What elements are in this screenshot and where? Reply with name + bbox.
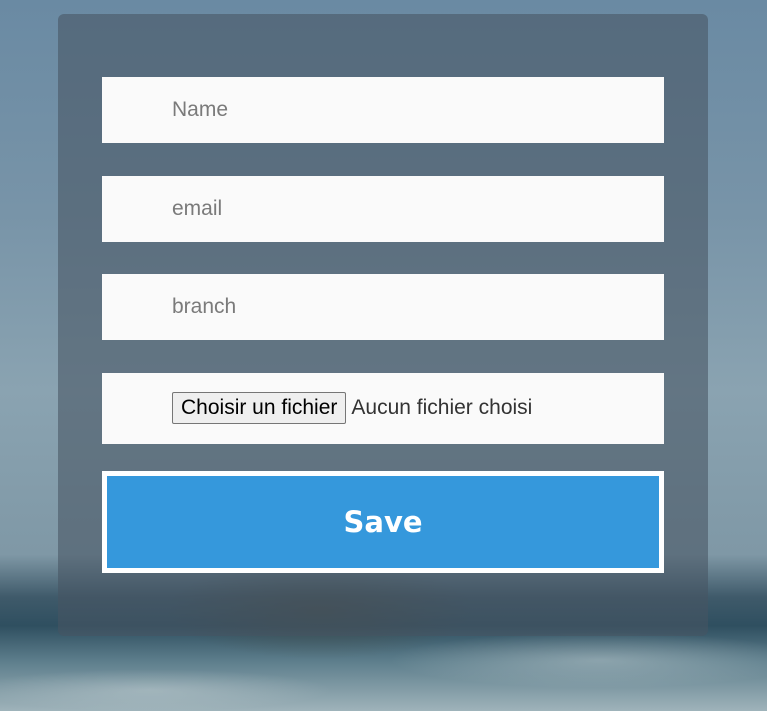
branch-field[interactable]	[102, 274, 664, 340]
file-upload-field: Choisir un fichier Aucun fichier choisi	[102, 373, 664, 444]
file-status-text: Aucun fichier choisi	[351, 396, 533, 419]
branch-input[interactable]	[102, 274, 664, 340]
file-input[interactable]: Choisir un fichier Aucun fichier choisi	[172, 392, 532, 424]
name-field[interactable]	[102, 77, 664, 143]
save-button-frame: Save	[102, 471, 664, 573]
choose-file-button[interactable]: Choisir un fichier	[172, 392, 347, 424]
email-input[interactable]	[102, 176, 664, 242]
email-field[interactable]	[102, 176, 664, 242]
save-button[interactable]: Save	[107, 476, 659, 568]
name-input[interactable]	[102, 77, 664, 143]
